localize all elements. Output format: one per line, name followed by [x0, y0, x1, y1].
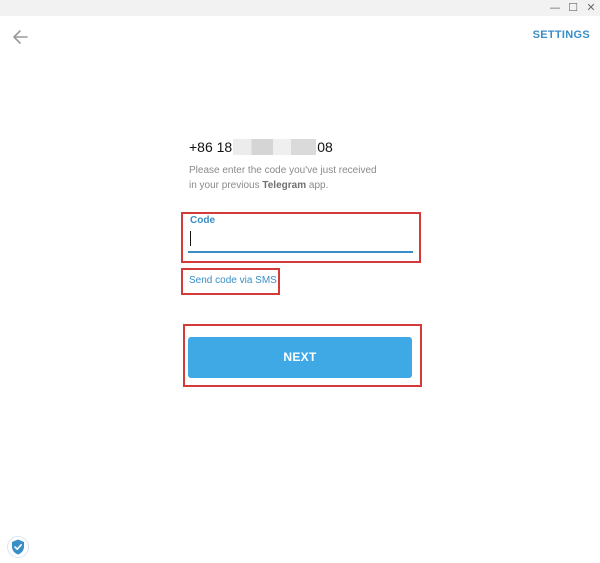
shield-button[interactable]: [7, 536, 29, 558]
maximize-button[interactable]: ☐: [563, 0, 583, 16]
code-input[interactable]: [188, 229, 413, 253]
back-button[interactable]: [10, 27, 32, 47]
text-caret: [190, 231, 191, 246]
settings-link[interactable]: SETTINGS: [520, 29, 590, 41]
phone-prefix: +86 18: [189, 139, 233, 155]
hint-line-2-pre: in your previous: [189, 180, 263, 191]
arrow-left-icon: [13, 30, 28, 44]
hint-app-name: Telegram: [262, 180, 307, 191]
hint-line-1: Please enter the code you've just receiv…: [189, 165, 377, 176]
shield-check-icon: [7, 536, 29, 558]
next-button[interactable]: NEXT: [188, 337, 412, 378]
phone-suffix: 08: [317, 139, 333, 155]
telegram-login-window: — ☐ ✕ SETTINGS +86 18 08 Please enter th…: [0, 0, 600, 563]
window-titlebar: — ☐ ✕: [0, 0, 600, 16]
code-field-label: Code: [190, 215, 215, 226]
phone-number: +86 18 08: [189, 138, 333, 156]
minimize-button[interactable]: —: [545, 0, 565, 16]
hint-line-2-post: app.: [306, 180, 329, 191]
send-code-via-sms-link[interactable]: Send code via SMS: [189, 275, 277, 286]
code-instructions: Please enter the code you've just receiv…: [189, 163, 409, 193]
phone-redaction-mask: [233, 139, 317, 155]
close-button[interactable]: ✕: [581, 0, 600, 16]
